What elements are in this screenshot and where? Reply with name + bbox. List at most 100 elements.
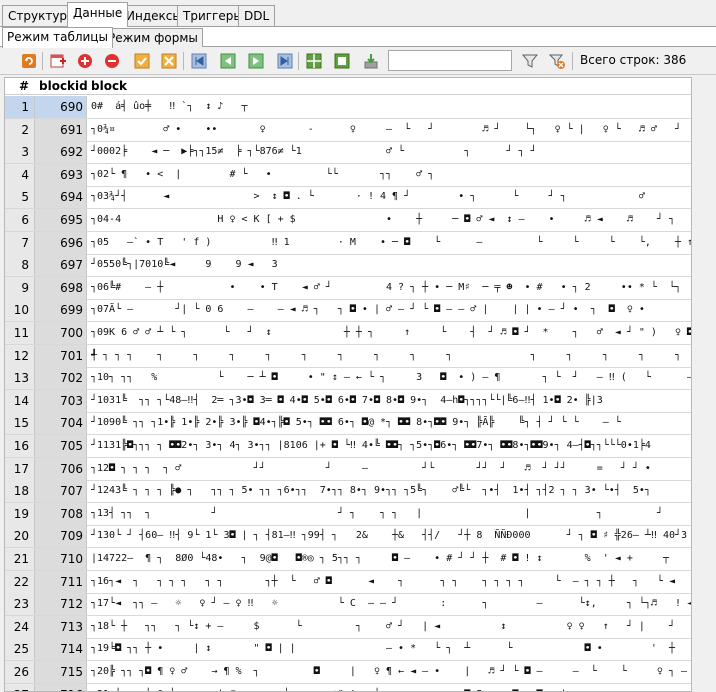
table-row[interactable]: 27716 ┐21┐┴ ┐┐ └ 0 └ ┐ ┐ | ♬ ─ ┴ ☼" ! ◄ ┘…: [5, 683, 691, 691]
block-cell[interactable]: ┐20╠ ┐┐ ┐◘ ¶ ♀ ♂ → ¶ % ┐ ◘ | ♀ ¶ ← ◄ – •…: [91, 661, 691, 683]
blockid-cell[interactable]: 698: [35, 276, 87, 299]
table-row[interactable]: 21 710 |14722– ¶ ┐ 8Ø0 └48• ┐ 9@◘ ◘®◎ ┐ 5┐…: [5, 548, 691, 571]
first-record-icon[interactable]: [190, 52, 208, 70]
block-cell[interactable]: ┐12◘ ┐ ┐ ┐ ┐ ♂ ┘┘ ┘ – ┘└ ┘┘ ┘ ♬ ┘ ┘┘ = ┘…: [91, 458, 691, 480]
blockid-cell[interactable]: 716: [35, 683, 87, 691]
block-cell[interactable]: ┐16┐◄ ┐ ┐ ┐ ┐ ┐ ┐ ┐┼ └ ♂ ◘ ◄ ┐ ┐ ┐ ┐ ┐ ┐…: [91, 571, 691, 593]
column-header-blockid[interactable]: blockid: [39, 79, 88, 93]
block-cell[interactable]: ┐13┤ ┐┐ ┐ ┘ ┘ ┐ ┐ ┐ | | ┐ ┘: [91, 503, 691, 525]
table-row[interactable]: 13 702 ┐10┐ ┐┐ % └ ─ ┴ ◘ • " ↕ – ← └ ┐ 3 ◘…: [5, 367, 691, 391]
block-cell[interactable]: ┐07Ã└ – ┘| └ 0 6 – – ◄ ♬ ┐ ┐ ◘ • | ♂ – ┘…: [91, 299, 691, 321]
table-row[interactable]: 11 700 ┐09K 6 ♂ ♂ ┴ └ ┐ └ ┘ ↕ ┼ ┼ ┐ ↑ └ ┤ …: [5, 322, 691, 345]
blockid-cell[interactable]: 713: [35, 615, 87, 638]
table-row[interactable]: 3 692 ┘0002╞ ◄ ─ ▶╞┐┐15≠ ╞ ┐└876≠ └1 ♂ └ ┐…: [5, 141, 691, 165]
block-cell[interactable]: ┐21┐┴ ┐┐ └ 0 └ ┐ ┐ | ♬ ─ ┴ ☼" ! ◄ ┘ ┐ ┐ …: [91, 684, 691, 691]
column-header-block[interactable]: block: [91, 79, 127, 93]
blockid-cell[interactable]: 703: [35, 389, 87, 412]
blockid-cell[interactable]: 709: [35, 525, 87, 548]
grid-expand-icon[interactable]: [305, 52, 323, 70]
filter-input[interactable]: [388, 50, 512, 71]
table-row[interactable]: 1 690 0# á╡ ûo╪ ‼ `┐ ↕ ♪ ┬: [5, 96, 691, 119]
block-cell[interactable]: ┐05 –` • T ' f ) ‼ 1 · M • ─ ◘ └ – └ └ └…: [91, 232, 691, 254]
table-row[interactable]: 6 695 ┐04-4 H ♀ < K [ + $ • ┼ ─ ◘ ♂ ◄ ↕ – …: [5, 209, 691, 232]
table-row[interactable]: 25 714 ┐19╘◘ ┐┐ ┼ • | ↕ " ◘ | | – • * └ ┐ …: [5, 638, 691, 662]
table-row[interactable]: 16 705 ┘1131╠◘┐┐┐ ┐ ◘◘2•┐ 3•┐ 4┐ 3•┐┐ |810…: [5, 435, 691, 458]
block-cell[interactable]: ┘0550╚┐|7010╚◄ 9 9 ◄ 3: [91, 254, 691, 276]
blockid-cell[interactable]: 707: [35, 480, 87, 503]
table-row[interactable]: 26 715 ┐20╠ ┐┐ ┐◘ ¶ ♀ ♂ → ¶ % ┐ ◘ | ♀ ¶ ← …: [5, 661, 691, 684]
table-row[interactable]: 4 693 ┐02└ ¶ • < | # └ • └└ ┐┐ ♂ ┐: [5, 163, 691, 187]
table-row[interactable]: 20 709 ┘130└ ┘ ┤60– ‼┤ 9└ 1└ 3◘ | ┐ ┤81–‼ …: [5, 525, 691, 549]
table-row[interactable]: 24 713 ┐18└ ┼ ┐┐ ┐ └↕ + – $ └ ┐ ♂ ┘ | ◄ ↕ …: [5, 615, 691, 639]
table-row[interactable]: 15 704 ┘1090╚ ┐┐ ┐1•╠ 1•╠ 2•╠ 3•╠ ◘4•┐╠◘ 5…: [5, 412, 691, 436]
block-cell[interactable]: ┐18└ ┼ ┐┐ ┐ └↕ + – $ └ ┐ ♂ ┘ | ◄ ↕ ♀ ♀ ↑…: [91, 616, 691, 638]
table-row[interactable]: 7 696 ┐05 –` • T ' f ) ‼ 1 · M • ─ ◘ └ – └…: [5, 231, 691, 255]
export-icon[interactable]: [362, 52, 380, 70]
block-cell[interactable]: ┘1031╚ ┐┐ ┐└48–‼┤ 2═ ┐3•◘ 3═ ◘ 4•◘ 5•◘ 6…: [91, 390, 691, 412]
column-header-rownum[interactable]: #: [19, 79, 29, 93]
blockid-cell[interactable]: 690: [35, 96, 87, 118]
block-cell[interactable]: ┐02└ ¶ • < | # └ • └└ ┐┐ ♂ ┐: [91, 164, 691, 186]
blockid-cell[interactable]: 715: [35, 661, 87, 683]
blockid-cell[interactable]: 694: [35, 186, 87, 209]
blockid-cell[interactable]: 712: [35, 593, 87, 616]
tab-form-mode[interactable]: Режим формы: [103, 28, 203, 47]
table-row[interactable]: 19 708 ┐13┤ ┐┐ ┐ ┘ ┘ ┐ ┐ ┐ | | ┐ ┘: [5, 502, 691, 526]
blockid-cell[interactable]: 693: [35, 163, 87, 186]
rollback-icon[interactable]: [160, 52, 178, 70]
blockid-cell[interactable]: 699: [35, 299, 87, 322]
table-row[interactable]: 9 698 ┐06╚# – ┼ • • T ◄ ♂ ┘ 4 ? ┐ ┼ • ─ M♯…: [5, 276, 691, 300]
table-row[interactable]: 10 699 ┐07Ã└ – ┘| └ 0 6 – – ◄ ♬ ┐ ┐ ◘ • | …: [5, 299, 691, 323]
next-record-icon[interactable]: [247, 52, 265, 70]
tab-data[interactable]: Данные: [67, 2, 129, 27]
vertical-scrollbar[interactable]: [696, 77, 716, 692]
data-grid[interactable]: # blockid block 1 690 0# á╡ ûo╪ ‼ `┐ ↕ ♪ ┬…: [4, 77, 692, 692]
block-cell[interactable]: 0# á╡ ûo╪ ‼ `┐ ↕ ♪ ┬: [91, 96, 691, 118]
insert-row-icon[interactable]: [76, 52, 94, 70]
table-row[interactable]: 2 691 ┐0¾¤ ♂ • •• ♀ - ♀ – └ ┘ ♬ ┘ └┐ ♀ └ |…: [5, 118, 691, 142]
blockid-cell[interactable]: 706: [35, 457, 87, 480]
block-cell[interactable]: ┐03¾┘┤ ◄ > ↕ ◘ . └ · ! 4 ¶ ┘ • ┐ └ ┘ ┐ ♂…: [91, 186, 691, 208]
block-cell[interactable]: ┐10┐ ┐┐ % └ ─ ┴ ◘ • " ↕ – ← └ ┐ 3 ◘ • ) …: [91, 367, 691, 389]
block-cell[interactable]: ┘130└ ┘ ┤60– ‼┤ 9└ 1└ 3◘ | ┐ ┤81–‼ ┐99┤ …: [91, 525, 691, 547]
blockid-cell[interactable]: 700: [35, 322, 87, 344]
table-row[interactable]: 8 697 ┘0550╚┐|7010╚◄ 9 9 ◄ 3: [5, 254, 691, 278]
blockid-cell[interactable]: 708: [35, 502, 87, 525]
block-cell[interactable]: ┐04-4 H ♀ < K [ + $ • ┼ ─ ◘ ♂ ◄ ↕ – • ♬ …: [91, 209, 691, 231]
blockid-cell[interactable]: 704: [35, 412, 87, 435]
add-row-icon[interactable]: [49, 52, 67, 70]
block-cell[interactable]: ╃ ┐ ┐ ┐ ┐ ┐ ┐ ┐ ┐ ┐ ┐ ┐ ┐ ┐ ┐ ┐ ┐ ┐ ┐: [91, 345, 691, 367]
table-row[interactable]: 23 712 ┐17└◄ ┐┐ – ☼ ♀ ┘ – ♀ ‼ ☼ └ C – – ┘ …: [5, 593, 691, 617]
delete-row-icon[interactable]: [103, 52, 121, 70]
blockid-cell[interactable]: 710: [35, 548, 87, 570]
commit-icon[interactable]: [133, 52, 151, 70]
block-cell[interactable]: ┘0002╞ ◄ ─ ▶╞┐┐15≠ ╞ ┐└876≠ └1 ♂ └ ┐ ┘ ┐…: [91, 141, 691, 163]
blockid-cell[interactable]: 714: [35, 638, 87, 661]
blockid-cell[interactable]: 697: [35, 254, 87, 277]
table-row[interactable]: 5 694 ┐03¾┘┤ ◄ > ↕ ◘ . └ · ! 4 ¶ ┘ • ┐ └ ┘…: [5, 186, 691, 210]
prev-record-icon[interactable]: [219, 52, 237, 70]
block-cell[interactable]: ┐19╘◘ ┐┐ ┼ • | ↕ " ◘ | | – • * └ ┐ ┴ └ ◘…: [91, 638, 691, 660]
blockid-cell[interactable]: 691: [35, 118, 87, 141]
blockid-cell[interactable]: 702: [35, 367, 87, 390]
block-cell[interactable]: ┐17└◄ ┐┐ – ☼ ♀ ┘ – ♀ ‼ ☼ └ C – – ┘ : ┐ –…: [91, 593, 691, 615]
table-row[interactable]: 12 701 ╃ ┐ ┐ ┐ ┐ ┐ ┐ ┐ ┐ ┐ ┐ ┐ ┐ ┐ ┐ ┐ ┐ ┐…: [5, 344, 691, 368]
last-record-icon[interactable]: [276, 52, 294, 70]
blockid-cell[interactable]: 705: [35, 435, 87, 457]
block-cell[interactable]: ┐06╚# – ┼ • • T ◄ ♂ ┘ 4 ? ┐ ┼ • ─ M♯ ─ ╤…: [91, 277, 691, 299]
table-row[interactable]: 22 711 ┐16┐◄ ┐ ┐ ┐ ┐ ┐ ┐ ┐┼ └ ♂ ◘ ◄ ┐ ┐ ┐ …: [5, 570, 691, 594]
block-cell[interactable]: ┘1090╚ ┐┐ ┐1•╠ 1•╠ 2•╠ 3•╠ ◘4•┐╠◘ 5•┐ ◘◘…: [91, 412, 691, 434]
block-cell[interactable]: ┐0¾¤ ♂ • •• ♀ - ♀ – └ ┘ ♬ ┘ └┐ ♀ └ | ♀ └…: [91, 119, 691, 141]
tab-ddl[interactable]: DDL: [238, 5, 276, 26]
block-cell[interactable]: ┘1131╠◘┐┐┐ ┐ ◘◘2•┐ 3•┐ 4┐ 3•┐┐ |8106 |+ …: [91, 435, 691, 457]
block-cell[interactable]: |14722– ¶ ┐ 8Ø0 └48• ┐ 9@◘ ◘®◎ ┐ 5┐┐ ┐ ◘…: [91, 548, 691, 570]
blockid-cell[interactable]: 701: [35, 344, 87, 367]
grid-collapse-icon[interactable]: [333, 52, 351, 70]
clear-filter-icon[interactable]: [548, 52, 566, 70]
block-cell[interactable]: ┐09K 6 ♂ ♂ ┴ └ ┐ └ ┘ ↕ ┼ ┼ ┐ ↑ └ ┤ ┘ ♬ ◘…: [91, 322, 691, 344]
table-row[interactable]: 14 703 ┘1031╚ ┐┐ ┐└48–‼┤ 2═ ┐3•◘ 3═ ◘ 4•◘ …: [5, 389, 691, 413]
blockid-cell[interactable]: 696: [35, 231, 87, 254]
blockid-cell[interactable]: 711: [35, 570, 87, 593]
blockid-cell[interactable]: 692: [35, 141, 87, 164]
blockid-cell[interactable]: 695: [35, 209, 87, 231]
